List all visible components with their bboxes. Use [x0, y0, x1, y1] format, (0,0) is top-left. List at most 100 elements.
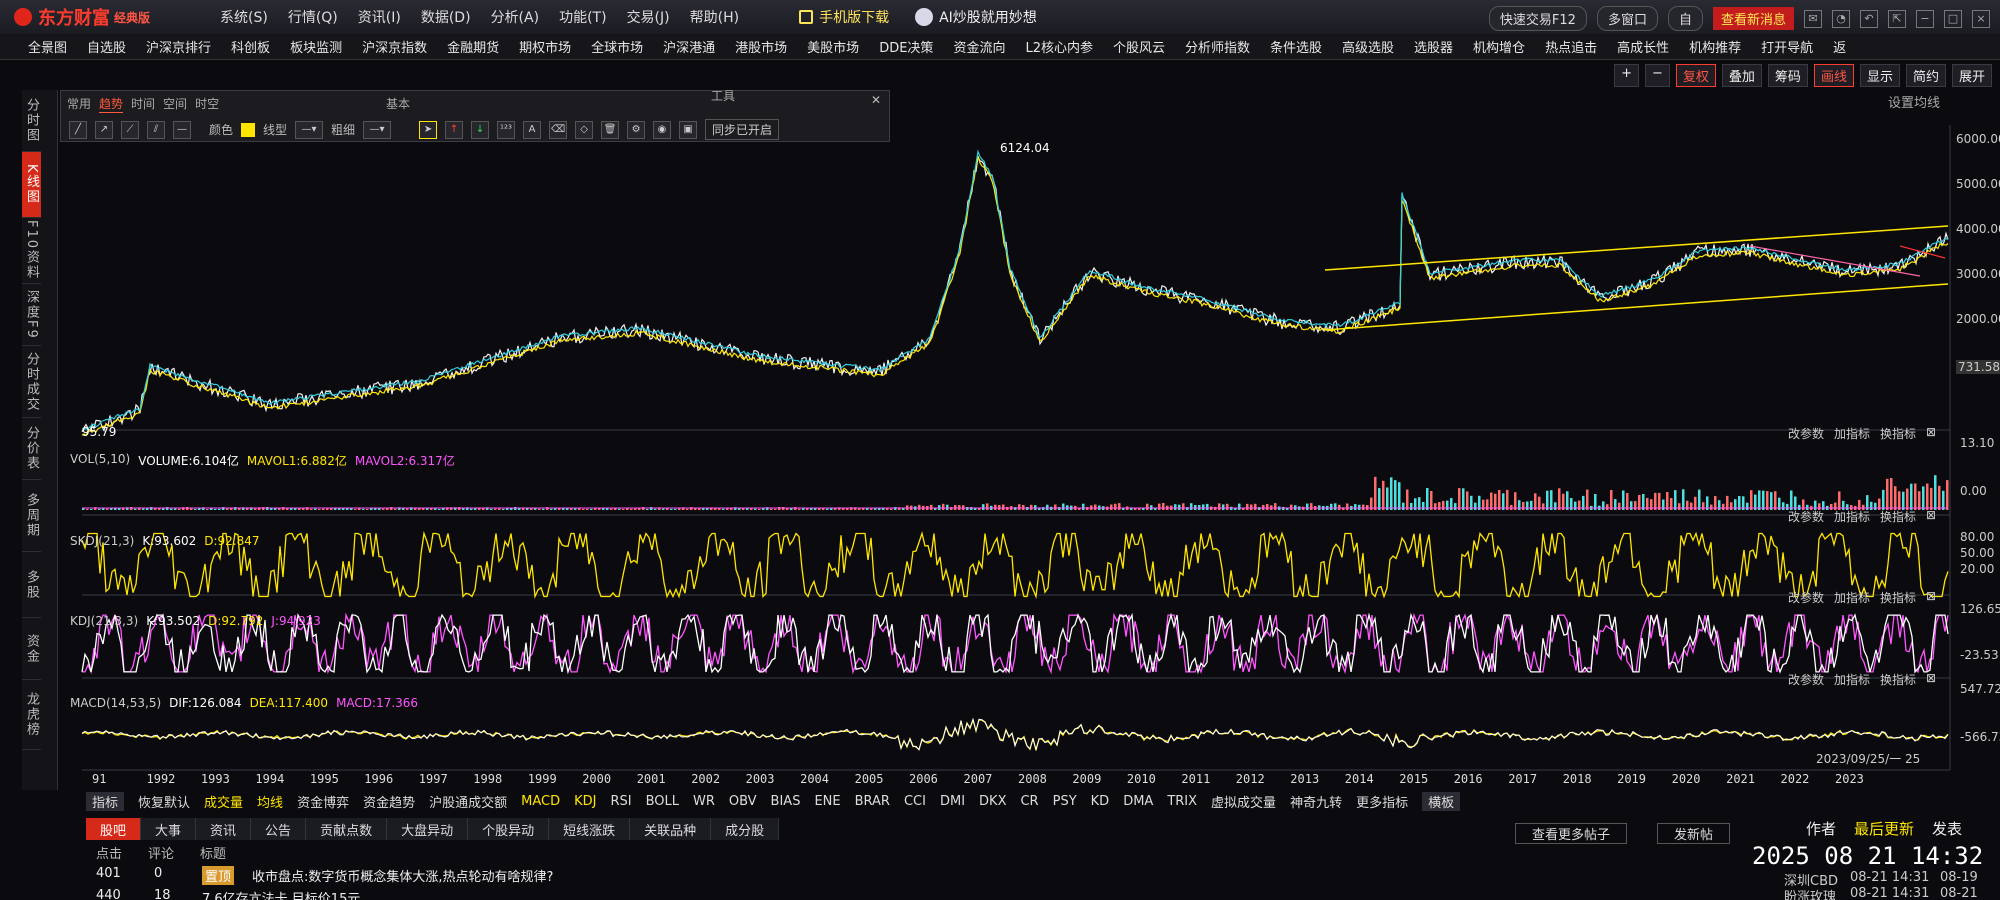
volume-bar	[930, 504, 933, 510]
price-tick: 4000.00	[1956, 222, 2000, 236]
indicator-tab[interactable]: ENE	[814, 794, 840, 809]
indicator-tab[interactable]: TRIX	[1167, 794, 1197, 809]
indicator-tab[interactable]: RSI	[610, 794, 631, 809]
author-header[interactable]: 作者	[1806, 818, 1836, 839]
volume-bar	[1062, 503, 1065, 510]
switch-indicator-button[interactable]: 换指标	[1880, 589, 1916, 606]
volume-bar	[1426, 488, 1429, 510]
news-row[interactable]: 401 0 置顶 收市盘点:数字货币概念集体大涨,热点轮动有啥规律?	[96, 866, 553, 885]
news-tab[interactable]: 大盘异动	[387, 818, 469, 840]
more-posts-button[interactable]: 查看更多帖子	[1515, 823, 1628, 844]
news-tab[interactable]: 成分股	[711, 818, 780, 840]
news-tab[interactable]: 股吧	[86, 818, 142, 840]
indicator-tab[interactable]: 横板	[1422, 791, 1461, 811]
volume-bar	[194, 508, 197, 510]
volume-bar	[1718, 500, 1721, 510]
edit-params-button[interactable]: 改参数	[1788, 508, 1824, 525]
add-indicator-button[interactable]: 加指标	[1834, 589, 1870, 606]
news-tab[interactable]: 短线涨跌	[549, 818, 631, 840]
volume-bar	[1094, 504, 1097, 510]
vol-header: VOL(5,10) VOLUME:6.104亿 MAVOL1:6.882亿 MA…	[70, 452, 455, 469]
news-tab[interactable]: 资讯	[196, 818, 252, 840]
volume-bar	[1202, 504, 1205, 510]
switch-indicator-button[interactable]: 换指标	[1880, 508, 1916, 525]
volume-bar	[1554, 502, 1557, 510]
news-tab[interactable]: 贡献点数	[306, 818, 388, 840]
kline-chart[interactable]: 91 1992 1993 1994 1995 1996 1997 1998 1999 2000 20…	[0, 0, 2000, 800]
volume-bar	[806, 508, 809, 510]
add-indicator-button[interactable]: 加指标	[1834, 671, 1870, 688]
indicator-tab[interactable]: 神奇九转	[1290, 792, 1342, 811]
new-post-button[interactable]: 发新帖	[1657, 823, 1731, 844]
volume-bar	[530, 508, 533, 510]
indicator-tab[interactable]: DKX	[979, 794, 1006, 809]
volume-bar	[1274, 503, 1277, 510]
indicator-tab[interactable]: PSY	[1053, 794, 1077, 809]
add-indicator-button[interactable]: 加指标	[1834, 508, 1870, 525]
latest-update-header[interactable]: 最后更新	[1854, 818, 1914, 839]
news-title[interactable]: 7.6亿存亢法卡,目标价15元	[202, 888, 360, 900]
indicator-tab[interactable]: 资金趋势	[363, 792, 415, 811]
volume-bar	[1566, 491, 1569, 510]
volume-bar	[1702, 502, 1705, 510]
skdj-line	[81, 530, 1949, 600]
indicator-tab[interactable]: KDJ	[574, 794, 596, 809]
indicator-tab[interactable]: BRAR	[855, 794, 890, 809]
indicator-tab[interactable]: 资金博弈	[297, 792, 349, 811]
volume-bar	[1218, 503, 1221, 510]
close-panel-icon[interactable]: ⊠	[1926, 425, 1936, 442]
indicator-tab[interactable]: KD	[1091, 794, 1110, 809]
news-row[interactable]: 440 18 7.6亿存亢法卡,目标价15元	[96, 888, 360, 900]
volume-bar	[554, 508, 557, 510]
volume-bar	[1222, 504, 1225, 510]
add-indicator-button[interactable]: 加指标	[1834, 425, 1870, 442]
edit-params-button[interactable]: 改参数	[1788, 589, 1824, 606]
post-header[interactable]: 发表	[1932, 818, 1962, 839]
indicator-tab[interactable]: 恢复默认	[138, 792, 190, 811]
switch-indicator-button[interactable]: 换指标	[1880, 425, 1916, 442]
indicator-tab[interactable]: CR	[1020, 794, 1038, 809]
indicator-tab[interactable]: BIAS	[771, 794, 801, 809]
indicator-tab[interactable]: BOLL	[646, 794, 679, 809]
news-tab[interactable]: 个股异动	[468, 818, 550, 840]
indicator-tab[interactable]: 成交量	[204, 792, 243, 811]
news-tab[interactable]: 公告	[251, 818, 307, 840]
skdj-header: SKDJ(21,3) K:93.602 D:92.847	[70, 534, 260, 548]
volume-bar	[1338, 504, 1341, 510]
news-tab[interactable]: 关联品种	[630, 818, 712, 840]
switch-indicator-button[interactable]: 换指标	[1880, 671, 1916, 688]
indicator-tab[interactable]: DMA	[1123, 794, 1153, 809]
news-tab[interactable]: 大事	[141, 818, 197, 840]
indicator-tab[interactable]: 沪股通成交额	[429, 792, 507, 811]
close-panel-icon[interactable]: ⊠	[1926, 589, 1936, 606]
volume-bar	[1398, 482, 1401, 510]
volume-bar	[90, 509, 93, 510]
volume-bar	[322, 508, 325, 510]
volume-bar	[654, 508, 657, 510]
macd-axis-tick: 547.72	[1960, 682, 2000, 696]
news-title[interactable]: 收市盘点:数字货币概念集体大涨,热点轮动有啥规律?	[252, 866, 553, 885]
volume-bar	[570, 508, 573, 510]
indicator-tab[interactable]: OBV	[729, 794, 757, 809]
indicator-tab[interactable]: WR	[693, 794, 715, 809]
indicator-tab[interactable]: DMI	[940, 794, 965, 809]
close-panel-icon[interactable]: ⊠	[1926, 671, 1936, 688]
news-time: 08-21 14:31	[1850, 886, 1930, 900]
volume-bar	[1762, 490, 1765, 510]
indicator-tab[interactable]: 更多指标	[1356, 792, 1408, 811]
volume-bar	[142, 508, 145, 510]
volume-bar	[386, 508, 389, 510]
volume-bar	[770, 508, 773, 510]
indicator-tab[interactable]: 均线	[257, 792, 283, 811]
close-panel-icon[interactable]: ⊠	[1926, 508, 1936, 525]
price-tick: 2000.00	[1956, 312, 2000, 326]
indicator-tab[interactable]: MACD	[521, 794, 560, 809]
indicator-tab[interactable]: 虚拟成交量	[1211, 792, 1276, 811]
edit-params-button[interactable]: 改参数	[1788, 671, 1824, 688]
volume-bar	[858, 508, 861, 510]
volume-bar	[314, 508, 317, 510]
edit-params-button[interactable]: 改参数	[1788, 425, 1824, 442]
volume-bar	[1346, 503, 1349, 510]
indicator-tab[interactable]: CCI	[904, 794, 926, 809]
macd-dif-line	[81, 717, 1949, 752]
